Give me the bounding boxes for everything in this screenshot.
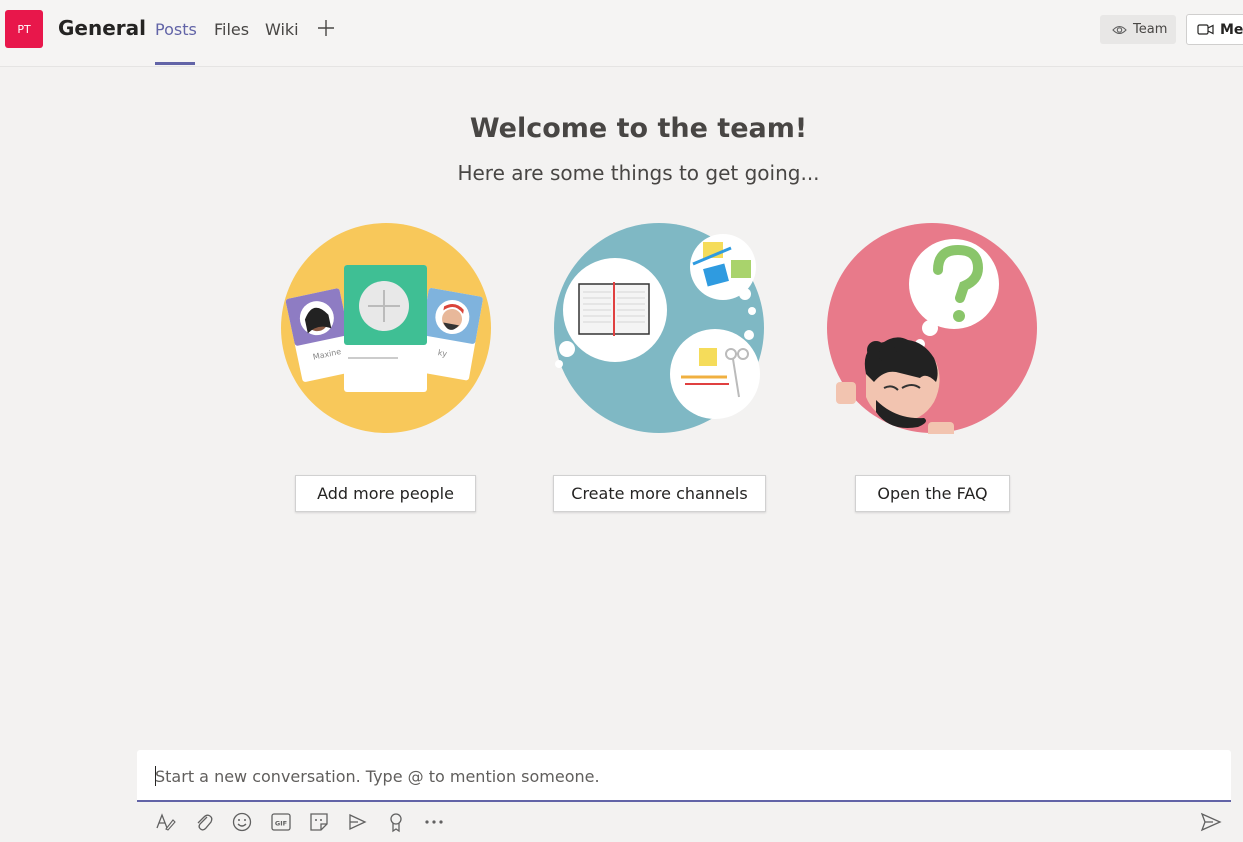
welcome-title: Welcome to the team! [469,113,808,144]
praise-icon[interactable] [385,811,407,833]
meet-button[interactable]: Mee [1186,14,1243,45]
welcome-subtitle: Here are some things to get going... [457,161,820,185]
ky-card-name: ky [437,348,448,358]
active-tab-indicator [155,62,195,65]
add-people-illustration: Maxine ky [281,223,491,433]
tab-files[interactable]: Files [214,20,249,39]
sticker-icon[interactable] [308,811,330,833]
create-channels-illustration [554,223,764,433]
send-icon[interactable] [1200,811,1222,833]
tab-posts[interactable]: Posts [155,20,197,39]
team-avatar[interactable]: PT [5,10,43,48]
team-button[interactable]: Team [1100,15,1176,44]
emoji-icon[interactable] [231,811,253,833]
meet-button-label: Mee [1220,21,1243,38]
team-button-label: Team [1133,22,1168,37]
tab-wiki[interactable]: Wiki [265,20,299,39]
video-camera-icon [1197,24,1214,35]
add-more-people-button[interactable]: Add more people [295,475,476,512]
gif-icon-label: GIF [275,820,287,828]
meet-now-icon[interactable] [346,811,368,833]
channel-title: General [58,16,146,40]
compose-placeholder: Start a new conversation. Type @ to ment… [155,767,600,786]
more-options-icon[interactable] [423,811,445,833]
open-faq-button[interactable]: Open the FAQ [855,475,1010,512]
add-tab-button[interactable] [316,18,336,38]
faq-illustration [827,223,1037,434]
create-more-channels-button[interactable]: Create more channels [553,475,766,512]
channel-header: PT General Posts Files Wiki Team Mee [0,0,1243,67]
eye-icon [1112,25,1127,34]
plus-icon [318,20,334,36]
format-icon[interactable] [154,811,176,833]
attach-icon[interactable] [193,811,215,833]
gif-icon[interactable]: GIF [270,811,292,833]
compose-box[interactable]: Start a new conversation. Type @ to ment… [137,750,1231,802]
